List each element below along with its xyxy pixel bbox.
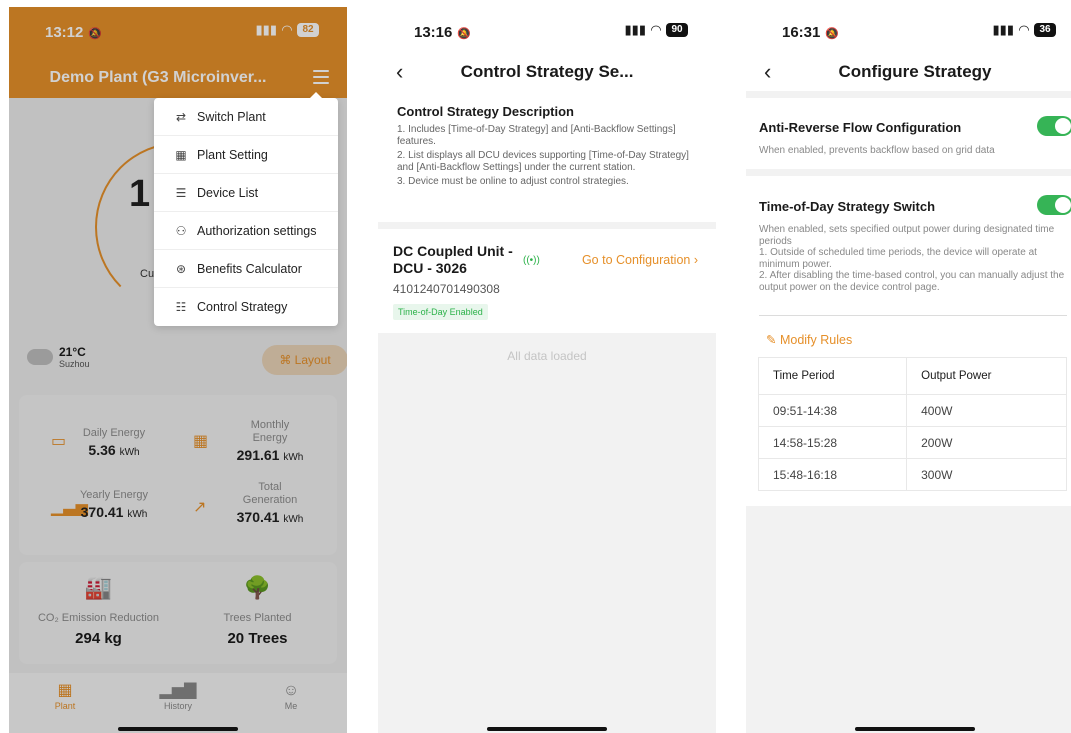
section-divider <box>746 91 1071 98</box>
nav-bar: ‹ Control Strategy Se... <box>378 55 716 95</box>
menu-item-device-list[interactable]: ☰ Device List <box>154 174 338 212</box>
signal-icon: ▮▮▮ <box>992 22 1014 37</box>
output-power-cell: 400W <box>906 394 1067 427</box>
time-of-day-section: Time-of-Day Strategy Switch When enabled… <box>759 195 1071 293</box>
description-line: 2. List displays all DCU devices support… <box>397 150 689 173</box>
column-header-output-power: Output Power <box>906 357 1067 395</box>
server-icon: ☷ <box>175 300 187 314</box>
mute-icon: 🔕 <box>822 28 840 40</box>
status-bar: 16:31 🔕 ▮▮▮ ◠ 36 <box>746 7 1071 51</box>
all-loaded-text: All data loaded <box>507 349 587 363</box>
signal-icon: ▮▮▮ <box>624 22 646 37</box>
section-divider <box>378 222 716 229</box>
time-period-cell: 14:58-15:28 <box>757 426 908 459</box>
table-row: 14:58-15:28 200W <box>757 426 1067 459</box>
anti-reverse-section: Anti-Reverse Flow Configuration When ena… <box>759 116 1071 157</box>
wifi-icon: ◠ <box>651 22 661 37</box>
device-card[interactable]: DC Coupled Unit - DCU - 3026 ((•)) Go to… <box>393 243 703 320</box>
list-icon: ☰ <box>175 185 187 200</box>
strategy-description: Control Strategy Description 1. Includes… <box>397 104 707 191</box>
phone-configure-strategy: 16:31 🔕 ▮▮▮ ◠ 36 ‹ Configure Strategy An… <box>746 7 1071 733</box>
go-to-configuration-link[interactable]: Go to Configuration › <box>582 253 698 267</box>
time-of-day-description: 1. Outside of scheduled time periods, th… <box>759 247 1037 270</box>
description-title: Control Strategy Description <box>397 104 574 119</box>
time-of-day-description: 2. After disabling the time-based contro… <box>759 270 1065 293</box>
device-serial: 4101240701490308 <box>393 282 500 296</box>
empty-area <box>746 506 1071 733</box>
time-of-day-description: When enabled, sets specified output powe… <box>759 224 1055 247</box>
description-line: 3. Device must be online to adjust contr… <box>397 176 629 187</box>
table-header-row: Time Period Output Power <box>757 357 1067 395</box>
status-badge: Time-of-Day Enabled <box>393 304 488 320</box>
header-menu-dropdown: ⇄ Switch Plant ▦ Plant Setting ☰ Device Lis… <box>154 92 338 326</box>
table-row: 15:48-16:18 300W <box>757 458 1067 491</box>
online-signal-icon: ((•)) <box>523 255 540 266</box>
phone-home-screen: 13:12 🔕 ▮▮▮ ◠ 82 Demo Plant (G3 Microinv… <box>9 7 347 733</box>
modify-rules-button[interactable]: ✎ Modify Rules <box>766 332 852 347</box>
list-footer-area <box>378 333 716 733</box>
menu-item-benefits-calculator[interactable]: ⊛ Benefits Calculator <box>154 250 338 288</box>
output-power-cell: 300W <box>906 458 1067 491</box>
menu-item-plant-setting[interactable]: ▦ Plant Setting <box>154 136 338 174</box>
section-divider <box>746 169 1071 176</box>
wifi-icon: ◠ <box>1019 22 1029 37</box>
time-of-day-toggle[interactable] <box>1037 195 1071 215</box>
column-header-time-period: Time Period <box>757 357 908 395</box>
output-power-cell: 200W <box>906 426 1067 459</box>
divider <box>759 315 1067 316</box>
battery-icon: 36 <box>1034 23 1056 37</box>
mute-icon: 🔕 <box>454 28 472 40</box>
description-line: 1. Includes [Time-of-Day Strategy] and [… <box>397 124 676 147</box>
table-row: 09:51-14:38 400W <box>757 394 1067 427</box>
page-title: Configure Strategy <box>838 62 992 81</box>
time-period-cell: 15:48-16:18 <box>757 458 908 491</box>
home-indicator <box>487 727 607 731</box>
rules-table: Time Period Output Power 09:51-14:38 400… <box>757 357 1067 491</box>
menu-item-control-strategy[interactable]: ☷ Control Strategy <box>154 288 338 326</box>
menu-item-switch-plant[interactable]: ⇄ Switch Plant <box>154 98 338 136</box>
device-name: DC Coupled Unit - DCU - 3026 <box>393 243 513 276</box>
nav-bar: ‹ Configure Strategy <box>746 55 1071 95</box>
status-time: 13:16 <box>414 24 453 41</box>
pencil-icon: ✎ <box>766 333 780 347</box>
anti-reverse-description: When enabled, prevents backflow based on… <box>759 145 995 156</box>
home-indicator <box>855 727 975 731</box>
phone-control-strategy: 13:16 🔕 ▮▮▮ ◠ 90 ‹ Control Strategy Se..… <box>378 7 716 733</box>
battery-icon: 90 <box>666 23 688 37</box>
home-indicator <box>118 727 238 731</box>
time-of-day-title: Time-of-Day Strategy Switch <box>759 199 936 214</box>
person-icon: ⚇ <box>175 223 187 238</box>
overlay-top <box>9 7 347 98</box>
time-period-cell: 09:51-14:38 <box>757 394 908 427</box>
chevron-right-icon: › <box>690 253 698 267</box>
anti-reverse-title: Anti-Reverse Flow Configuration <box>759 120 962 135</box>
calculator-icon: ⊛ <box>175 261 187 276</box>
switch-icon: ⇄ <box>175 109 187 124</box>
status-time: 16:31 <box>782 24 821 41</box>
anti-reverse-toggle[interactable] <box>1037 116 1071 136</box>
status-bar: 13:16 🔕 ▮▮▮ ◠ 90 <box>378 7 716 51</box>
page-title: Control Strategy Se... <box>460 62 634 81</box>
menu-item-authorization[interactable]: ⚇ Authorization settings <box>154 212 338 250</box>
grid-icon: ▦ <box>175 147 187 162</box>
